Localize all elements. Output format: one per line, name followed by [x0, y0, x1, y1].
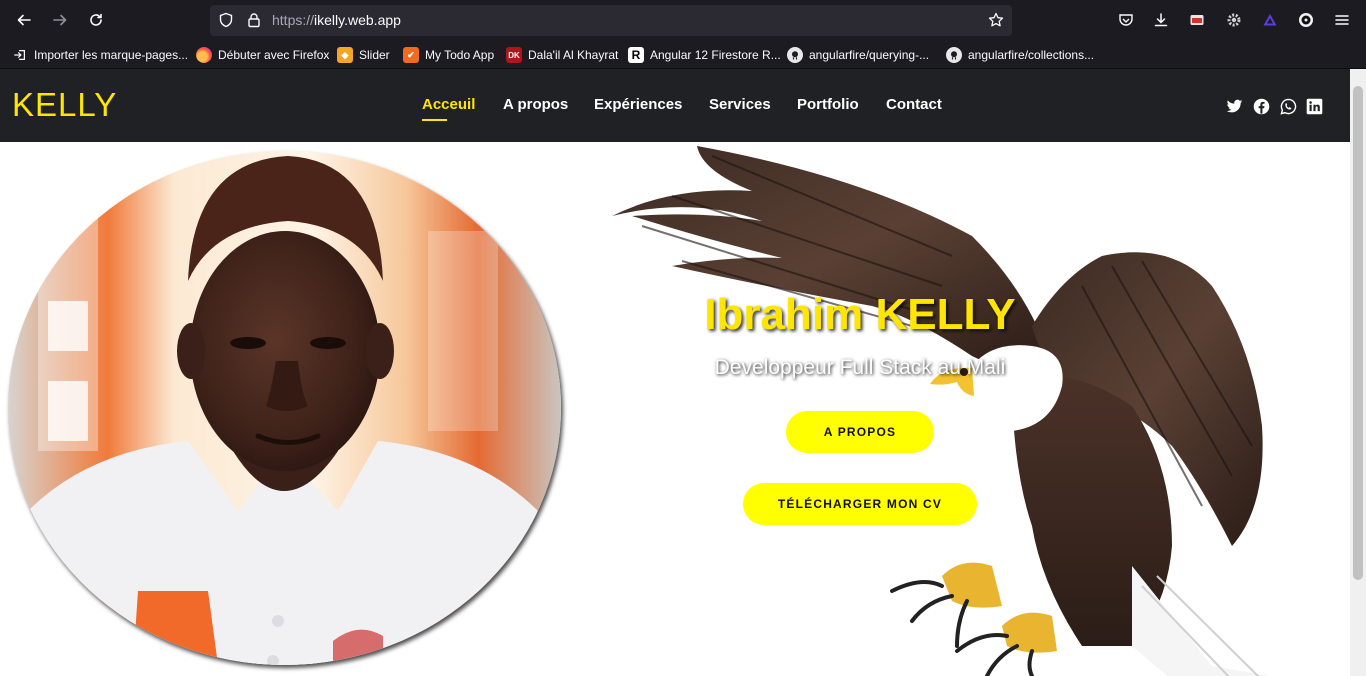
browser-toolbar: https://ikelly.web.app [0, 0, 1366, 40]
dalail-icon: DK [506, 47, 522, 63]
forward-button[interactable] [48, 8, 72, 32]
whatsapp-link[interactable] [1279, 97, 1297, 115]
nav-item-a-propos[interactable]: A propos [503, 96, 568, 113]
profile-extension-button[interactable] [1297, 11, 1315, 29]
about-button[interactable]: A PROPOS [786, 411, 934, 453]
bookmark-label: Débuter avec Firefox [218, 48, 330, 62]
hero-section: Ibrahim KELLY Developpeur Full Stack au … [0, 142, 1350, 676]
reload-button[interactable] [84, 8, 108, 32]
eagle-illustration [612, 146, 1270, 676]
arrow-left-icon [17, 14, 31, 26]
shield-icon[interactable] [218, 12, 234, 28]
scrollbar-thumb[interactable] [1353, 86, 1363, 580]
bookmarks-toolbar: Importer les marque-pages... Débuter ave… [0, 42, 1366, 68]
bookmark-item[interactable]: angularfire/querying-... [787, 45, 929, 65]
facebook-icon [1253, 98, 1269, 114]
download-cv-button[interactable]: TÉLÉCHARGER MON CV [743, 483, 977, 525]
screenshot-extension-button[interactable] [1188, 11, 1206, 29]
bookmark-item[interactable]: Débuter avec Firefox [196, 45, 329, 65]
profile-photo [8, 151, 561, 665]
site-logo[interactable]: KELLY [12, 86, 117, 124]
hero-subtitle: Developpeur Full Stack au Mali [714, 356, 1006, 379]
twitter-link[interactable] [1225, 97, 1243, 115]
bookmark-label: angularfire/querying-... [809, 48, 930, 62]
downloads-button[interactable] [1152, 11, 1170, 29]
pocket-icon [1119, 14, 1133, 26]
todo-app-icon: ✔ [403, 47, 419, 63]
gear-icon [1227, 13, 1241, 27]
angular-r-icon: R [628, 47, 644, 63]
bookmark-item[interactable]: DK Dala'il Al Khayrat [506, 45, 618, 65]
slider-bookmark-icon: ◆ [337, 47, 353, 63]
hero-name: Ibrahim KELLY [704, 290, 1016, 339]
import-icon [12, 47, 28, 63]
star-icon[interactable] [988, 12, 1004, 28]
settings-extension-button[interactable] [1225, 11, 1243, 29]
nav-item-contact[interactable]: Contact [886, 96, 942, 113]
firefox-icon [196, 47, 212, 63]
github-icon [787, 47, 803, 63]
url-bar[interactable]: https://ikelly.web.app [210, 5, 1012, 36]
linkedin-icon [1306, 98, 1322, 114]
reload-icon [90, 13, 102, 26]
pocket-button[interactable] [1117, 11, 1135, 29]
url-host: ikelly.web.app [314, 12, 401, 28]
bookmark-label: Importer les marque-pages... [34, 48, 189, 62]
browser-chrome: https://ikelly.web.app Importer les marq… [0, 0, 1366, 69]
bookmark-label: Angular 12 Firestore R... [650, 48, 781, 62]
bookmark-item[interactable]: Importer les marque-pages... [12, 45, 188, 65]
triangle-extension-icon [1263, 14, 1277, 26]
site-header: KELLY Acceuil A propos Expériences Servi… [0, 69, 1350, 142]
download-icon [1154, 13, 1168, 27]
bookmark-label: My Todo App [425, 48, 495, 62]
nav-item-experiences[interactable]: Expériences [594, 96, 682, 113]
whatsapp-icon [1279, 98, 1296, 115]
bookmark-label: Slider [359, 48, 390, 62]
vpn-extension-button[interactable] [1261, 11, 1279, 29]
nav-item-portfolio[interactable]: Portfolio [797, 96, 859, 113]
url-text[interactable]: https://ikelly.web.app [272, 12, 401, 28]
url-protocol: https:// [272, 12, 315, 28]
active-nav-indicator [422, 119, 447, 121]
facebook-link[interactable] [1252, 97, 1270, 115]
nav-item-acceuil[interactable]: Acceuil [422, 96, 475, 113]
bookmark-item[interactable]: R Angular 12 Firestore R... [628, 45, 781, 65]
app-menu-button[interactable] [1333, 11, 1351, 29]
bookmark-label: angularfire/collections... [968, 48, 1095, 62]
screenshot-icon [1190, 15, 1204, 25]
arrow-right-icon [53, 14, 67, 26]
lock-icon[interactable] [246, 12, 262, 28]
bookmark-item[interactable]: ✔ My Todo App [403, 45, 494, 65]
back-button[interactable] [12, 8, 36, 32]
github-icon [946, 47, 962, 63]
bookmark-item[interactable]: ◆ Slider [337, 45, 390, 65]
account-extension-icon [1299, 13, 1313, 27]
bookmark-item[interactable]: angularfire/collections... [946, 45, 1094, 65]
linkedin-link[interactable] [1305, 97, 1323, 115]
portrait-illustration [8, 151, 561, 665]
twitter-icon [1226, 99, 1242, 112]
hamburger-menu-icon [1335, 15, 1349, 25]
bookmark-label: Dala'il Al Khayrat [528, 48, 619, 62]
nav-item-services[interactable]: Services [709, 96, 771, 113]
